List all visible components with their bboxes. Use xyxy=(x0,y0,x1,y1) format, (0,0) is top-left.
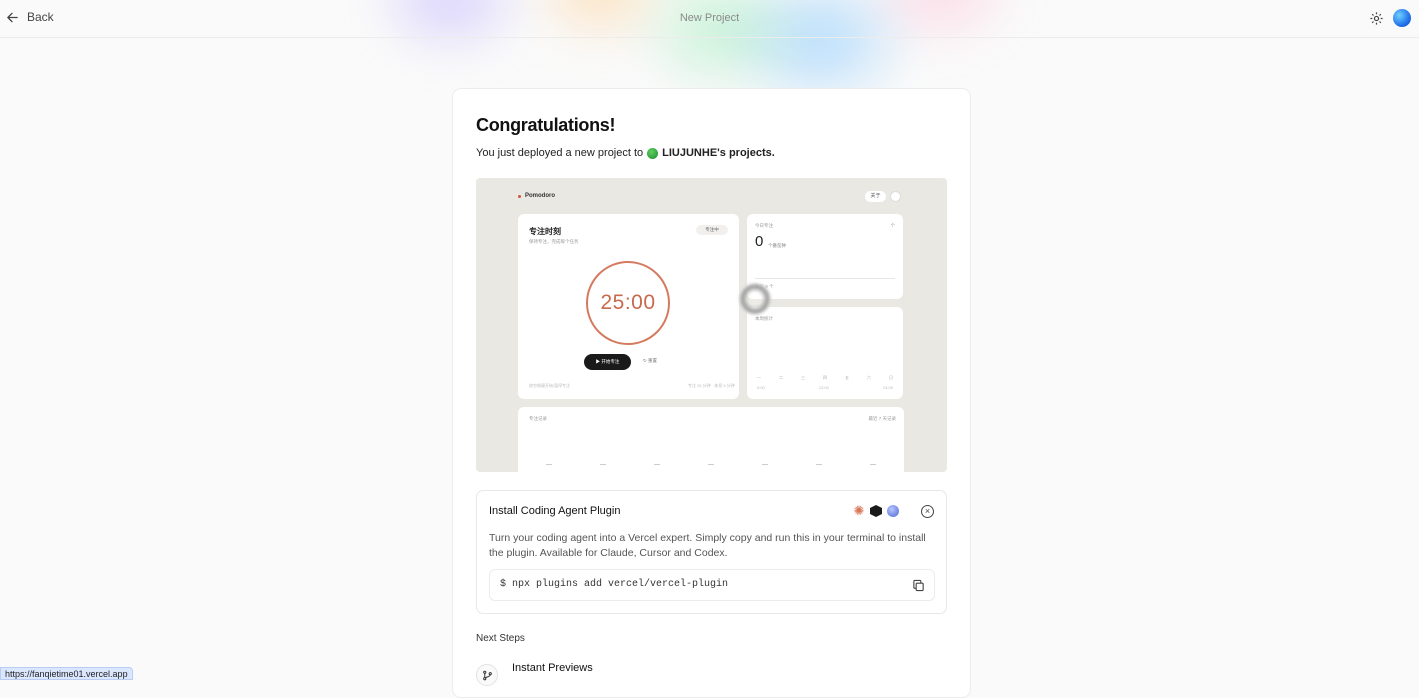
preview-history-right: 最近 7 天记录 xyxy=(868,416,896,421)
preview-history-label: 专注记录 xyxy=(529,416,547,421)
git-branch-icon xyxy=(483,670,492,681)
plugin-description: Turn your coding agent into a Vercel exp… xyxy=(489,532,926,559)
preview-pill: 关于 xyxy=(865,191,886,202)
page-title: New Project xyxy=(679,12,740,24)
preview-progress-bar xyxy=(755,278,895,279)
preview-main-title: 专注时刻 xyxy=(529,227,561,236)
preview-status-tag: 专注中 xyxy=(696,225,728,235)
agent-icons: ✺ xyxy=(853,503,899,518)
top-bar: Back New Project xyxy=(0,0,1419,38)
preview-foot-right: 专注 25 分钟 · 休息 5 分钟 xyxy=(688,383,735,388)
step-title-instant-previews[interactable]: Instant Previews xyxy=(512,662,593,674)
preview-today-unit: 个番茄钟 xyxy=(768,243,786,248)
deployment-preview[interactable]: Pomodoro 关于 专注时刻 保持专注，完成每个任务 专注中 25:00 ▶… xyxy=(476,178,947,472)
cursor-icon xyxy=(870,505,882,517)
team-avatar-icon xyxy=(647,147,659,159)
preview-settings-icon xyxy=(890,191,901,202)
install-command[interactable]: $ npx plugins add vercel/vercel-plugin xyxy=(500,579,728,590)
preview-history-ticks xyxy=(546,464,876,465)
preview-timer: 25:00 xyxy=(600,291,656,314)
preview-today-card: 今日专注 个 0 个番茄钟 目标 8 个 xyxy=(747,214,903,299)
deploy-message-prefix: You just deployed a new project to xyxy=(476,147,644,159)
next-steps-label: Next Steps xyxy=(476,633,525,644)
deploy-message: You just deployed a new project to LIUJU… xyxy=(476,147,775,159)
codex-icon xyxy=(887,505,899,517)
command-box: $ npx plugins add vercel/vercel-plugin xyxy=(489,569,935,601)
preview-timer-card: 专注时刻 保持专注，完成每个任务 专注中 25:00 ▶ 开始专注 ↻ 重置 按… xyxy=(518,214,739,399)
avatar[interactable] xyxy=(1393,9,1411,27)
preview-week-card: 本周统计 一二三四五六日 0:00 12:00 24:00 xyxy=(747,307,903,399)
preview-reset-button: ↻ 重置 xyxy=(643,358,658,363)
preview-history-card: 专注记录 最近 7 天记录 xyxy=(518,407,904,472)
plugin-title: Install Coding Agent Plugin xyxy=(489,505,621,517)
gear-icon[interactable] xyxy=(1369,11,1384,26)
status-bar-url: https://fanqietime01.vercel.app xyxy=(0,667,133,680)
preview-brand: Pomodoro xyxy=(518,193,555,199)
copy-icon[interactable] xyxy=(912,579,925,592)
preview-main-sub: 保持专注，完成每个任务 xyxy=(529,239,579,244)
preview-today-label: 今日专注 xyxy=(755,223,773,228)
preview-week-label: 本周统计 xyxy=(755,316,773,321)
preview-start-button: ▶ 开始专注 xyxy=(584,354,631,370)
preview-week-axis: 0:00 12:00 24:00 xyxy=(757,385,893,390)
plugin-panel: Install Coding Agent Plugin ✺ × Turn you… xyxy=(476,490,947,614)
congrats-card: Congratulations! You just deployed a new… xyxy=(452,88,971,698)
step-item-icon xyxy=(476,664,498,686)
preview-week-days: 一二三四五六日 xyxy=(757,375,893,380)
claude-icon: ✺ xyxy=(853,503,865,518)
loading-spinner-icon xyxy=(739,283,771,315)
team-name[interactable]: LIUJUNHE's projects. xyxy=(662,147,775,159)
congrats-heading: Congratulations! xyxy=(476,115,616,135)
preview-today-value: 0 xyxy=(755,233,764,250)
preview-foot-left: 按空格键开始/暂停专注 xyxy=(529,383,571,388)
close-icon[interactable]: × xyxy=(921,505,934,518)
preview-today-right: 个 xyxy=(890,223,896,228)
